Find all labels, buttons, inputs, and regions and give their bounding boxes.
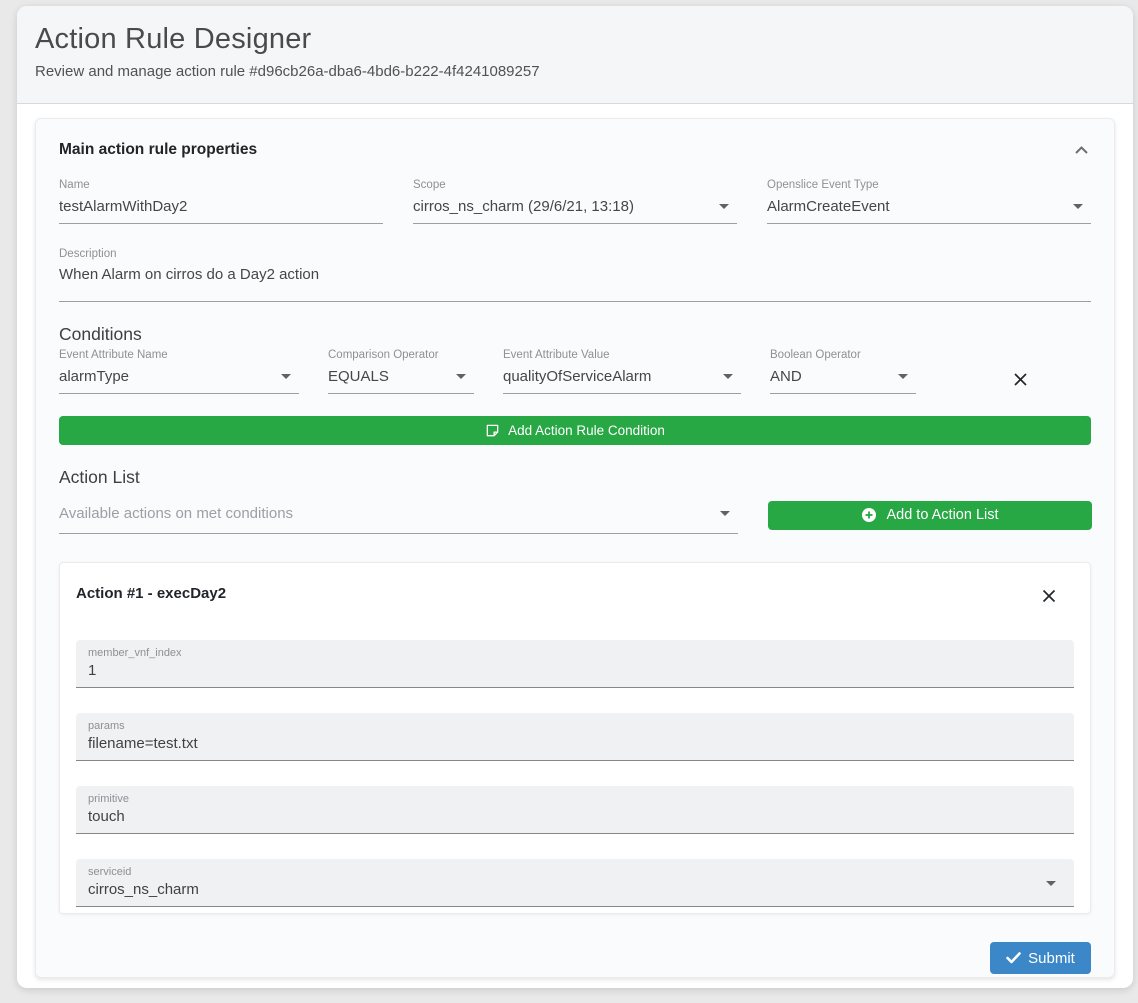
condition-row: Event Attribute Name alarmType Compariso… bbox=[59, 349, 1091, 394]
chevron-down-icon bbox=[720, 511, 730, 516]
description-row: Description When Alarm on cirros do a Da… bbox=[59, 248, 1091, 302]
submit-button[interactable]: Submit bbox=[990, 942, 1091, 974]
chevron-down-icon bbox=[1073, 204, 1083, 209]
submit-row: Submit bbox=[59, 942, 1091, 974]
params-field[interactable]: params filename=test.txt bbox=[76, 713, 1074, 761]
page-title: Action Rule Designer bbox=[35, 23, 1115, 56]
serviceid-value: cirros_ns_charm bbox=[88, 881, 199, 898]
action-card-header: Action #1 - execDay2 bbox=[76, 585, 1074, 607]
comparison-operator-value: EQUALS bbox=[328, 368, 389, 385]
chevron-up-icon bbox=[1074, 145, 1089, 155]
name-value: testAlarmWithDay2 bbox=[59, 198, 187, 215]
check-icon bbox=[1006, 952, 1021, 964]
add-condition-button[interactable]: Add Action Rule Condition bbox=[59, 416, 1091, 445]
action-rule-designer-page: Action Rule Designer Review and manage a… bbox=[17, 6, 1133, 988]
member-vnf-index-value: 1 bbox=[88, 662, 182, 679]
plus-circle-icon bbox=[861, 507, 877, 523]
primitive-value: touch bbox=[88, 808, 129, 825]
event-attribute-value-label: Event Attribute Value bbox=[503, 349, 741, 361]
close-icon bbox=[1012, 371, 1029, 388]
sticky-note-icon bbox=[485, 423, 500, 438]
action-select-row: Available actions on met conditions Add … bbox=[59, 496, 1091, 534]
main-properties-card: Main action rule properties Name testAla… bbox=[35, 118, 1115, 978]
collapse-panel-button[interactable] bbox=[1072, 143, 1091, 157]
main-fields-row: Name testAlarmWithDay2 Scope cirros_ns_c… bbox=[59, 179, 1091, 224]
member-vnf-index-field[interactable]: member_vnf_index 1 bbox=[76, 640, 1074, 688]
boolean-operator-label: Boolean Operator bbox=[770, 349, 916, 361]
remove-action-button[interactable] bbox=[1038, 585, 1060, 607]
available-actions-placeholder: Available actions on met conditions bbox=[59, 505, 293, 522]
params-value: filename=test.txt bbox=[88, 735, 198, 752]
member-vnf-index-label: member_vnf_index bbox=[88, 647, 182, 659]
main-properties-header: Main action rule properties bbox=[59, 141, 1091, 159]
event-attribute-name-value: alarmType bbox=[59, 368, 129, 385]
page-header: Action Rule Designer Review and manage a… bbox=[17, 6, 1133, 104]
chevron-down-icon bbox=[719, 204, 729, 209]
chevron-down-icon bbox=[456, 374, 466, 379]
serviceid-select[interactable]: serviceid cirros_ns_charm bbox=[76, 859, 1074, 907]
boolean-operator-select[interactable]: Boolean Operator AND bbox=[770, 349, 916, 394]
event-attribute-value-select[interactable]: Event Attribute Value qualityOfServiceAl… bbox=[503, 349, 741, 394]
name-label: Name bbox=[59, 179, 383, 191]
description-field[interactable]: Description When Alarm on cirros do a Da… bbox=[59, 248, 1091, 302]
action-list-title: Action List bbox=[59, 467, 1091, 488]
remove-condition-button[interactable] bbox=[1010, 369, 1031, 390]
serviceid-label: serviceid bbox=[88, 866, 199, 878]
event-attribute-name-select[interactable]: Event Attribute Name alarmType bbox=[59, 349, 299, 394]
submit-label: Submit bbox=[1028, 950, 1075, 967]
description-label: Description bbox=[59, 248, 1091, 260]
add-to-action-list-button[interactable]: Add to Action List bbox=[768, 501, 1092, 530]
available-actions-select[interactable]: Available actions on met conditions bbox=[59, 496, 738, 534]
event-type-select[interactable]: Openslice Event Type AlarmCreateEvent bbox=[767, 179, 1091, 224]
chevron-down-icon bbox=[898, 374, 908, 379]
close-icon bbox=[1040, 587, 1058, 605]
scope-label: Scope bbox=[413, 179, 737, 191]
chevron-down-icon bbox=[1046, 881, 1056, 886]
comparison-operator-label: Comparison Operator bbox=[328, 349, 474, 361]
page-subtitle: Review and manage action rule #d96cb26a-… bbox=[35, 63, 1115, 80]
event-attribute-name-label: Event Attribute Name bbox=[59, 349, 299, 361]
params-label: params bbox=[88, 720, 198, 732]
scope-select[interactable]: Scope cirros_ns_charm (29/6/21, 13:18) bbox=[413, 179, 737, 224]
action-card-title: Action #1 - execDay2 bbox=[76, 585, 226, 602]
page-body: Main action rule properties Name testAla… bbox=[17, 104, 1133, 988]
description-value: When Alarm on cirros do a Day2 action bbox=[59, 266, 319, 283]
add-condition-label: Add Action Rule Condition bbox=[508, 423, 665, 438]
chevron-down-icon bbox=[281, 374, 291, 379]
event-type-value: AlarmCreateEvent bbox=[767, 198, 890, 215]
name-field[interactable]: Name testAlarmWithDay2 bbox=[59, 179, 383, 224]
add-to-action-list-label: Add to Action List bbox=[886, 507, 998, 523]
boolean-operator-value: AND bbox=[770, 368, 802, 385]
event-attribute-value-value: qualityOfServiceAlarm bbox=[503, 368, 651, 385]
comparison-operator-select[interactable]: Comparison Operator EQUALS bbox=[328, 349, 474, 394]
primitive-field[interactable]: primitive touch bbox=[76, 786, 1074, 834]
scope-value: cirros_ns_charm (29/6/21, 13:18) bbox=[413, 198, 634, 215]
event-type-label: Openslice Event Type bbox=[767, 179, 1091, 191]
main-properties-title: Main action rule properties bbox=[59, 141, 257, 159]
conditions-title: Conditions bbox=[59, 324, 1091, 345]
primitive-label: primitive bbox=[88, 793, 129, 805]
action-card: Action #1 - execDay2 member_vnf_index 1 bbox=[59, 562, 1091, 914]
chevron-down-icon bbox=[723, 374, 733, 379]
